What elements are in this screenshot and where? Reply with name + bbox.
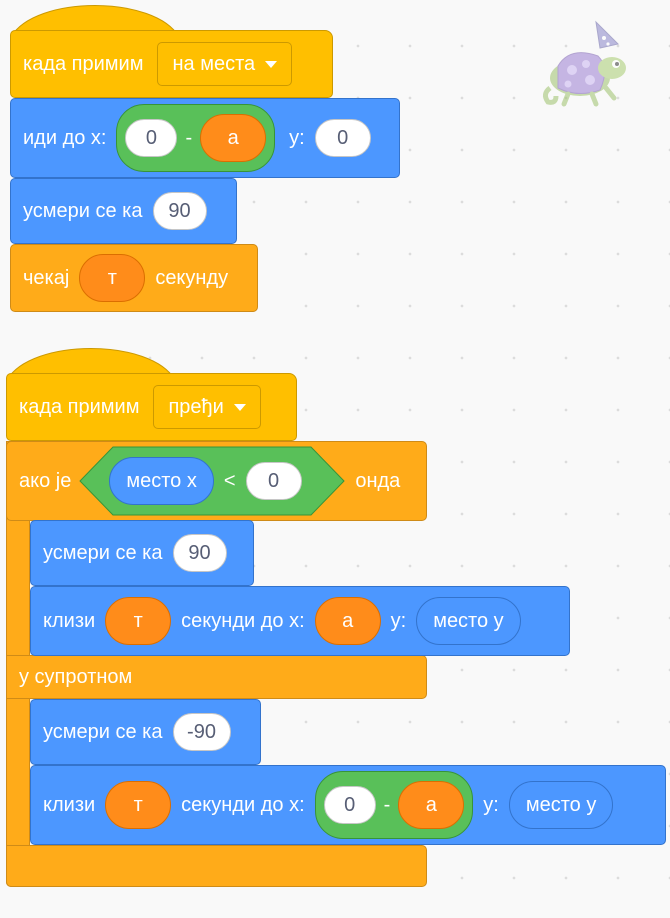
glide-to-xy-block[interactable]: клизи т секунди до x: 0 - a y: место y (30, 765, 666, 845)
block-label: чекај (23, 266, 70, 289)
block-label: секунди до x: (181, 793, 305, 816)
y-label: y: (483, 793, 499, 816)
message-dropdown[interactable]: на места (157, 42, 293, 86)
block-label: усмери се ка (23, 199, 143, 222)
operator-less-than: < (223, 469, 236, 492)
when-i-receive-block[interactable]: када примим пређи (6, 373, 297, 441)
if-else-bottom (6, 845, 427, 887)
x-position-reporter[interactable]: место x (109, 457, 214, 505)
block-label: усмери се ка (43, 720, 163, 743)
sprite-thumbnail[interactable] (540, 18, 632, 108)
number-input[interactable]: -90 (172, 713, 231, 751)
point-in-direction-block[interactable]: усмери се ка 90 (10, 178, 237, 244)
else-row: у супротном (6, 655, 427, 699)
when-i-receive-block[interactable]: када примим на места (10, 30, 333, 98)
number-input[interactable]: 0 (245, 462, 302, 500)
variable-a[interactable]: a (398, 781, 465, 829)
block-label: онда (355, 469, 401, 492)
dropdown-value: пређи (168, 395, 224, 418)
number-input[interactable]: 0 (323, 786, 376, 824)
block-label: клизи (43, 793, 96, 816)
block-label: када примим (19, 395, 140, 418)
glide-to-xy-block[interactable]: клизи т секунди до x: a y: место y (30, 586, 570, 656)
subtract-operator[interactable]: 0 - a (314, 771, 474, 839)
less-than-operator[interactable]: место x < 0 (79, 446, 346, 516)
number-input[interactable]: 0 (314, 119, 371, 157)
variable-a[interactable]: a (200, 114, 267, 162)
y-position-reporter[interactable]: место y (416, 597, 521, 645)
chameleon-wizard-sprite-icon (542, 20, 626, 107)
if-condition-row[interactable]: ако је место x < 0 онда (6, 441, 427, 521)
script-workspace[interactable]: када примим на места иди до x: 0 - a y: … (0, 0, 670, 918)
subtract-operator[interactable]: 0 - a (116, 104, 276, 172)
go-to-xy-block[interactable]: иди до x: 0 - a y: 0 (10, 98, 400, 178)
point-in-direction-block[interactable]: усмери се ка -90 (30, 699, 261, 765)
number-input[interactable]: 90 (152, 192, 207, 230)
block-label: иди до x: (23, 126, 107, 149)
block-label: када примим (23, 52, 144, 75)
block-label: ако је (19, 469, 72, 492)
operator-minus: - (383, 793, 391, 816)
number-input[interactable]: 90 (172, 534, 227, 572)
y-label: y: (289, 126, 305, 149)
y-label: y: (390, 609, 407, 632)
variable-t[interactable]: т (105, 781, 172, 829)
variable-t[interactable]: т (79, 254, 146, 302)
block-label: секунди до x: (181, 609, 305, 632)
point-in-direction-block[interactable]: усмери се ка 90 (30, 520, 254, 586)
variable-t[interactable]: т (105, 597, 172, 645)
number-input[interactable]: 0 (125, 119, 178, 157)
variable-a[interactable]: a (314, 597, 381, 645)
block-label: усмери се ка (43, 541, 163, 564)
block-label: клизи (43, 609, 96, 632)
y-position-reporter[interactable]: место y (508, 781, 614, 829)
message-dropdown[interactable]: пређи (153, 385, 261, 429)
dropdown-caret-icon (233, 403, 246, 411)
dropdown-caret-icon (265, 60, 278, 68)
operator-minus: - (185, 126, 193, 149)
dropdown-value: на места (172, 52, 256, 75)
wait-block[interactable]: чекај т секунду (10, 244, 258, 312)
else-label: у супротном (19, 665, 133, 688)
block-label: секунду (155, 266, 229, 289)
